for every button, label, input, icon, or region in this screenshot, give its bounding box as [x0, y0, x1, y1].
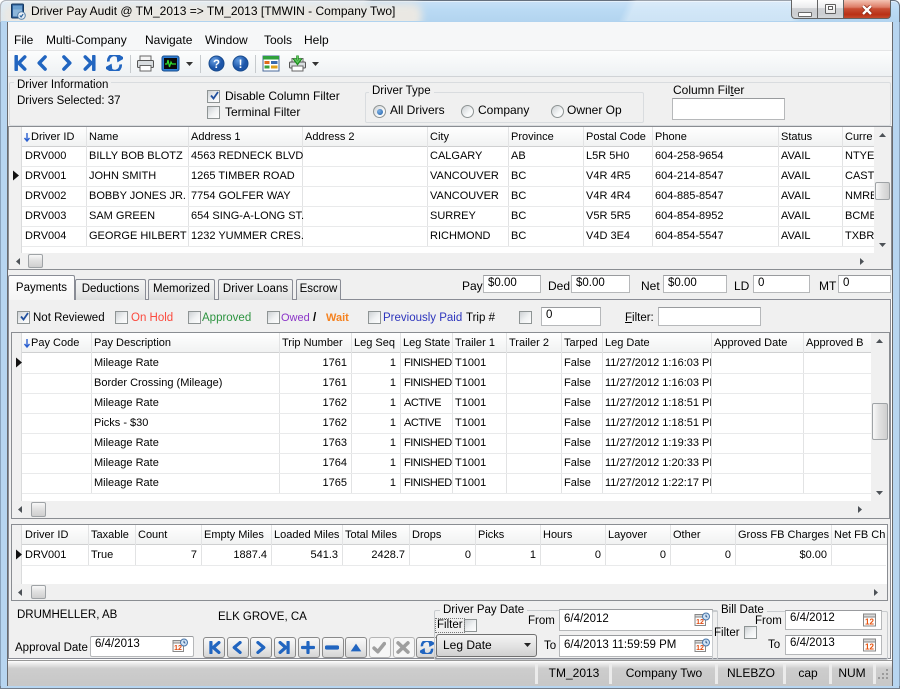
svg-text:12: 12 — [696, 645, 704, 652]
svg-text:12: 12 — [865, 643, 874, 652]
svg-text:12: 12 — [174, 645, 182, 652]
svg-text:!: ! — [239, 57, 243, 71]
svg-text:12: 12 — [865, 618, 874, 627]
svg-text:12: 12 — [696, 619, 704, 626]
svg-text:?: ? — [213, 59, 220, 71]
